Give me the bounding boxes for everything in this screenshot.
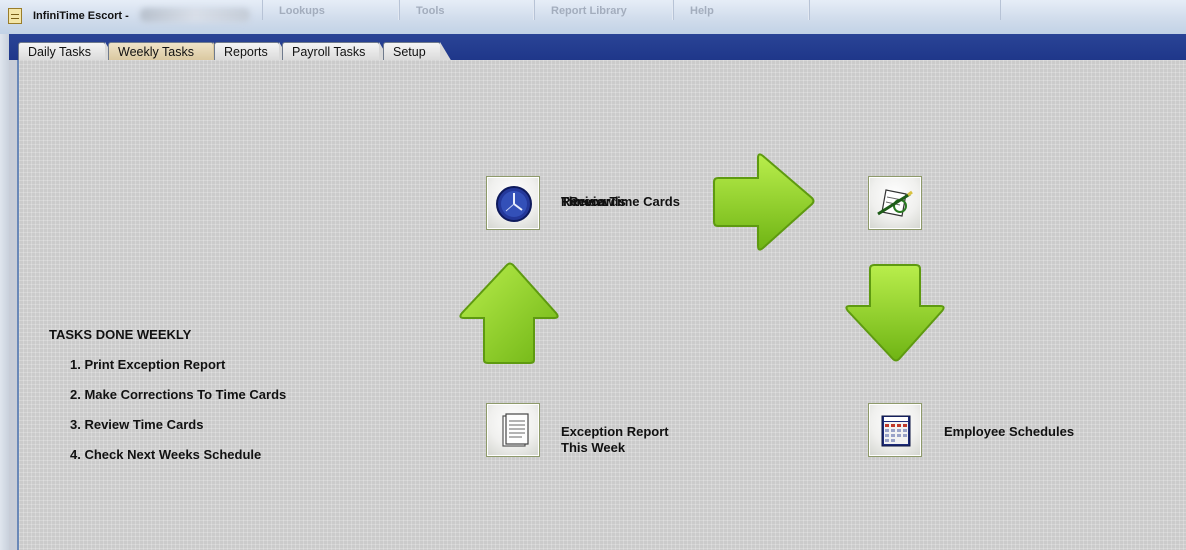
- tab-daily-tasks[interactable]: Daily Tasks: [18, 42, 117, 62]
- arrow-down-icon: [845, 264, 945, 362]
- menu-spacer: [1000, 0, 1186, 20]
- review-tile[interactable]: [868, 176, 922, 230]
- calendar-icon: [881, 415, 911, 447]
- menu-tools[interactable]: Tools: [399, 0, 534, 20]
- tasks-heading: TASKS DONE WEEKLY: [49, 327, 192, 342]
- task-item-4: 4. Check Next Weeks Schedule: [70, 447, 262, 462]
- employee-schedules-label[interactable]: Employee Schedules: [944, 424, 1074, 440]
- clock-icon: [496, 186, 532, 222]
- employee-schedules-tile[interactable]: [868, 403, 922, 457]
- arrow-right-icon: [713, 153, 815, 251]
- tab-payroll-tasks[interactable]: Payroll Tasks: [282, 42, 391, 62]
- exception-report-label[interactable]: Exception Report This Week: [561, 424, 669, 456]
- review-pen-icon: [877, 189, 913, 217]
- review-time-cards-label[interactable]: Timecards Review Review Time Cards: [561, 194, 680, 210]
- review-time-cards-tile[interactable]: [486, 176, 540, 230]
- redacted-title-area: [140, 8, 250, 22]
- menu-report-library[interactable]: Report Library: [534, 0, 673, 20]
- window-left-edge: [0, 34, 9, 550]
- document-icon: [502, 413, 529, 447]
- review-label-text: Review Time Cards: [561, 194, 680, 209]
- window-title: InfiniTime Escort -: [33, 10, 129, 22]
- app-icon: [8, 8, 22, 24]
- menu-help[interactable]: Help: [673, 0, 809, 20]
- tab-reports[interactable]: Reports: [214, 42, 291, 62]
- menu-bar: Lookups Tools Report Library Help: [262, 0, 809, 20]
- exception-report-label-line1: Exception Report: [561, 424, 669, 439]
- exception-report-label-line2: This Week: [561, 440, 626, 455]
- task-item-1: 1. Print Exception Report: [70, 357, 226, 372]
- menu-lookups[interactable]: Lookups: [262, 0, 399, 20]
- tab-setup[interactable]: Setup: [383, 42, 452, 62]
- arrow-up-icon: [459, 262, 559, 364]
- title-bar: InfiniTime Escort - Lookups Tools Report…: [0, 0, 1186, 35]
- task-item-2: 2. Make Corrections To Time Cards: [70, 387, 287, 402]
- tab-weekly-tasks[interactable]: Weekly Tasks: [108, 42, 225, 62]
- task-item-3: 3. Review Time Cards: [70, 417, 204, 432]
- exception-report-tile[interactable]: [486, 403, 540, 457]
- weekly-tasks-panel: [17, 60, 1186, 550]
